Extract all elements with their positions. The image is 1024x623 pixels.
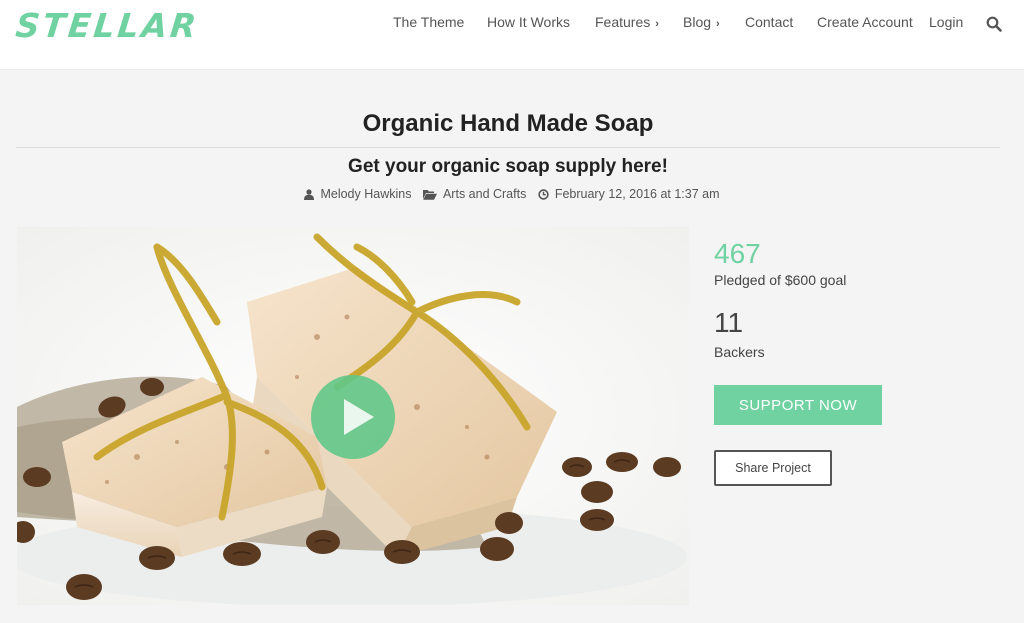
nav-item-label: Contact	[745, 14, 794, 30]
user-icon	[304, 188, 315, 200]
nav-item-features[interactable]: Features ›	[595, 14, 659, 30]
title-divider	[16, 147, 1000, 148]
nav-item-label: The Theme	[393, 14, 465, 30]
category-link[interactable]: Arts and Crafts	[443, 187, 526, 201]
backers-label: Backers	[714, 344, 765, 360]
nav-item-the-theme[interactable]: The Theme	[393, 14, 464, 30]
search-icon[interactable]	[986, 16, 1002, 32]
site-header: STELLAR The Theme How It Works Features ›…	[0, 0, 1024, 70]
folder-open-icon	[422, 189, 437, 200]
nav-item-label: Features	[595, 14, 651, 30]
pledged-amount: 467	[714, 238, 761, 269]
chevron-right-icon: ›	[716, 18, 720, 30]
meta-author: Melody Hawkins	[304, 187, 411, 201]
nav-item-login[interactable]: Login	[929, 14, 963, 30]
nav-item-label: Login	[929, 14, 964, 30]
project-meta: Melody Hawkins Arts and Crafts February …	[0, 187, 1024, 203]
pledged-label: Pledged of $600 goal	[714, 272, 847, 288]
meta-category: Arts and Crafts	[422, 187, 526, 201]
nav-item-how-it-works[interactable]: How It Works	[487, 14, 570, 30]
nav-item-label: Blog	[683, 14, 712, 30]
backers-count: 11	[714, 307, 744, 338]
nav-item-label: Create Account	[817, 14, 913, 30]
nav-item-blog[interactable]: Blog ›	[683, 14, 720, 30]
meta-date: February 12, 2016 at 1:37 am	[538, 187, 720, 201]
video-play-button[interactable]	[311, 375, 395, 459]
nav-item-label: How It Works	[487, 14, 570, 30]
nav-item-create-account[interactable]: Create Account	[817, 14, 913, 30]
clock-icon	[538, 188, 549, 200]
author-name[interactable]: Melody Hawkins	[320, 187, 411, 201]
nav-item-contact[interactable]: Contact	[745, 14, 793, 30]
chevron-right-icon: ›	[655, 18, 659, 30]
support-now-button[interactable]: SUPPORT NOW	[714, 385, 882, 425]
project-subtitle: Get your organic soap supply here!	[348, 156, 668, 177]
project-title: Organic Hand Made Soap	[362, 110, 654, 137]
main-nav: The Theme How It Works Features › Blog › C…	[0, 0, 1024, 46]
share-project-button[interactable]: Share Project	[714, 450, 832, 486]
post-date: February 12, 2016 at 1:37 am	[554, 187, 720, 201]
